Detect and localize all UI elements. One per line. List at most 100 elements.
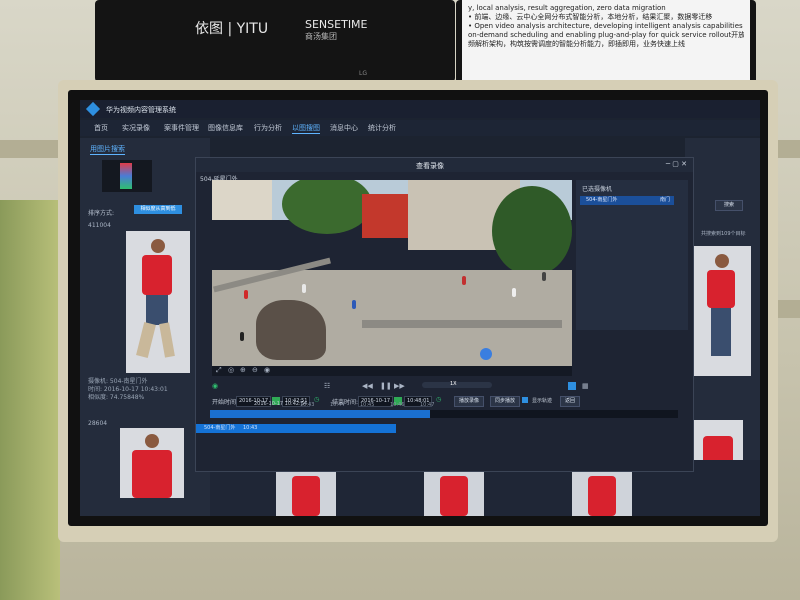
person-head [715, 254, 729, 268]
green-display-post [0, 200, 60, 600]
red-shirt [707, 270, 735, 308]
result-similarity: 相似度: 74.75848% [88, 394, 145, 401]
red-shirt [440, 476, 468, 516]
rewind-icon[interactable]: ◀◀ [362, 382, 373, 390]
zoom-out-icon[interactable]: ⊖ [252, 366, 258, 374]
clock-icon[interactable]: ◷ [314, 396, 319, 403]
result-meta: 摄像机: 504-南星门外 时间: 2016-10-17 10:43:01 相似… [88, 378, 168, 402]
strip-thumbnail[interactable] [276, 468, 336, 516]
start-time-label: 开始时间: [212, 399, 239, 406]
info-line: on-demand scheduling and enabling plug-a… [468, 31, 744, 39]
clock-icon[interactable]: ◷ [436, 396, 441, 403]
nav-statistics[interactable]: 统计分析 [368, 123, 396, 133]
nav-behavior-analysis[interactable]: 行为分析 [254, 123, 282, 133]
speed-slider[interactable]: 1X [422, 381, 492, 388]
camera-progress-bar[interactable]: 504-南星门外 10:43 [196, 424, 396, 433]
info-line: 频解析架构，构筑按需调度的智能分析能力，即插即用，业务快速上线 [468, 40, 685, 48]
nav-image-search[interactable]: 以图搜图 [292, 123, 320, 134]
speed-value: 1X [450, 381, 457, 387]
top-monitor: 依图 | YITU SENSETIME 商汤集团 LG [95, 0, 455, 82]
app-screen: 华为视频内容管理系统 首页 实况录像 案事件管理 图像信息库 行为分析 以图搜图… [80, 100, 760, 516]
camera-list-item[interactable]: 504-南星门外 南门 [580, 196, 674, 205]
grid-view-icon[interactable]: ▦ [582, 382, 589, 390]
forward-icon[interactable]: ▶▶ [394, 382, 405, 390]
jeans [711, 308, 731, 356]
nav-message-center[interactable]: 消息中心 [330, 123, 358, 133]
strip-thumbnail[interactable] [424, 468, 484, 516]
nav-case-management[interactable]: 案事件管理 [164, 123, 199, 133]
window-controls[interactable]: ─ ▢ ✕ [666, 160, 687, 168]
timeline-tick: 10:45 [360, 402, 375, 408]
result-card[interactable] [126, 231, 190, 373]
nav-image-library[interactable]: 图像信息库 [208, 123, 243, 133]
leg [159, 322, 175, 358]
modal-title: 查看录像 [416, 162, 444, 170]
timeline-tick: 10:46 [390, 402, 405, 408]
scene-person [542, 272, 546, 281]
play-recording-button[interactable]: 播放录像 [454, 396, 485, 407]
info-line: y, local analysis, result aggregation, z… [468, 4, 666, 12]
sync-play-button[interactable]: 同步播放 [490, 396, 521, 407]
result-id: 28604 [88, 420, 108, 427]
video-playback-modal: 查看录像 ─ ▢ ✕ 504-延星门外 ⤢ ◎ [195, 157, 694, 472]
info-line: • Open video analysis architecture, deve… [468, 22, 744, 30]
snapshot-icon[interactable]: ◎ [228, 366, 234, 374]
info-panel: y, local analysis, result aggregation, z… [462, 0, 750, 88]
search-button[interactable]: 搜索 [715, 200, 743, 211]
main-nav: 首页 实况录像 案事件管理 图像信息库 行为分析 以图搜图 消息中心 统计分析 [80, 120, 760, 136]
result-time: 时间: 2016-10-17 10:43:01 [88, 386, 168, 393]
leg [136, 322, 156, 358]
person-head [151, 239, 165, 253]
pause-icon[interactable]: ❚❚ [380, 382, 392, 390]
track-marker[interactable] [480, 348, 492, 360]
sensetime-logo: SENSETIME 商汤集团 [305, 18, 368, 42]
result-camera: 摄像机: 504-南星门外 [88, 378, 148, 385]
sort-select[interactable]: 相似度从高到低 [134, 205, 182, 214]
selected-cameras-title: 已选摄像机 [582, 186, 613, 193]
red-shirt [142, 255, 172, 295]
video-frame[interactable] [212, 180, 572, 366]
camera-list-item-name: 504-南星门外 [586, 197, 618, 203]
yitu-logo: 依图 | YITU [195, 21, 269, 37]
app-titlebar: 华为视频内容管理系统 [80, 100, 760, 118]
return-button[interactable]: 返回 [560, 396, 581, 407]
result-card[interactable] [120, 428, 184, 498]
scene-person [462, 276, 466, 285]
scene-rock [256, 300, 326, 360]
record-icon[interactable]: ◉ [264, 366, 270, 374]
timeline-tick: 10:44 [330, 402, 345, 408]
query-figure [120, 163, 132, 189]
show-track-checkbox[interactable] [522, 397, 528, 403]
playback-controls: ◉ ☷ ◀◀ ❚❚ ▶▶ 1X ▦ [196, 380, 693, 394]
strip-thumbnail[interactable] [572, 468, 632, 516]
red-shirt [292, 476, 320, 516]
red-shirt [132, 450, 172, 498]
tab-search-by-image[interactable]: 用图片搜索 [90, 144, 125, 155]
camera-list-item-tag: 南门 [659, 197, 670, 203]
timeline-tick: 10:47 [420, 402, 435, 408]
timeline-played [210, 410, 430, 418]
single-view-icon[interactable] [568, 382, 576, 390]
show-track-label: 显示轨迹 [532, 398, 553, 404]
scene-tree [282, 180, 372, 234]
scene-building [212, 180, 272, 220]
search-results-panel: 用图片搜索 排序方式: 相似度从高到低 411004 摄像机: 504-南星门外… [80, 138, 210, 516]
fit-icon[interactable]: ⤢ [216, 366, 222, 375]
nav-live-video[interactable]: 实况录像 [122, 123, 150, 133]
result-card[interactable] [693, 246, 751, 376]
scene-person [240, 332, 244, 341]
result-count-label: 共搜索到109个目标 [701, 231, 746, 237]
nav-home[interactable]: 首页 [94, 123, 108, 133]
progress-camera: 504-南星门外 [204, 425, 236, 431]
zoom-in-icon[interactable]: ⊕ [240, 366, 246, 374]
result-id: 411004 [88, 222, 111, 229]
scene-person [512, 288, 516, 297]
timeline[interactable]: 2016-10-17 10:42:54 10:43 10:44 10:45 10… [210, 401, 678, 420]
video-toolbar: ⤢ ◎ ⊕ ⊖ ◉ [212, 366, 572, 376]
huawei-logo-icon [85, 101, 101, 117]
timeline-tick: 10:43 [300, 402, 315, 408]
query-image-thumbnail[interactable] [102, 160, 152, 192]
scene-tree [492, 186, 572, 276]
eye-icon[interactable]: ◉ [212, 382, 218, 390]
list-icon[interactable]: ☷ [324, 382, 330, 390]
